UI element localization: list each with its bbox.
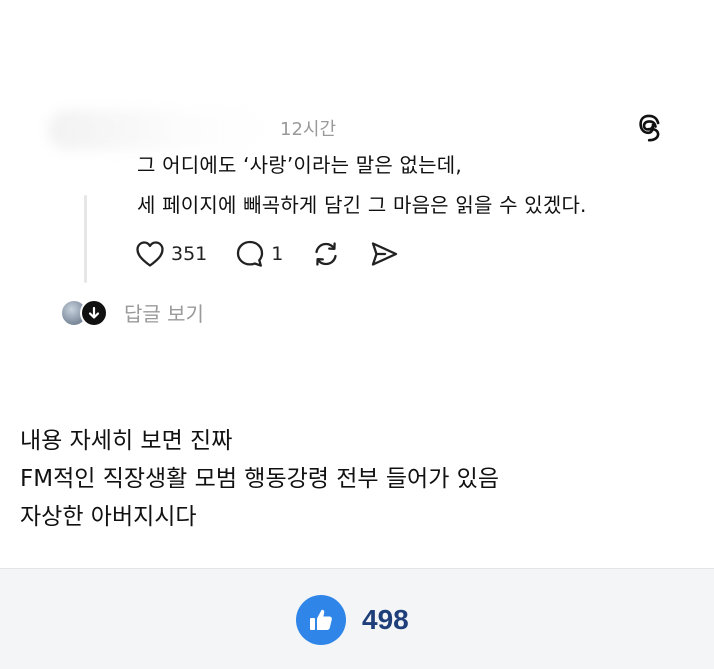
blurred-username [48,110,268,150]
like-count: 351 [171,243,208,265]
post-body-line: 그 어디에도 ‘사랑’이라는 말은 없는데, [137,153,462,177]
share-button[interactable] [369,239,399,269]
post-actions: 351 1 [135,236,427,272]
threads-logo-icon[interactable] [634,113,664,143]
threads-post: 12시간 그 어디에도 ‘사랑’이라는 말은 없는데, 세 페이지에 빼곡하게 … [0,0,714,380]
comment-count: 1 [271,243,284,265]
like-button[interactable]: 351 [135,240,207,268]
comment-bubble-icon [237,240,264,267]
post-body: 그 어디에도 ‘사랑’이라는 말은 없는데, 세 페이지에 빼곡하게 담긴 그 … [137,145,587,225]
post-body-line: 세 페이지에 빼곡하게 담긴 그 마음은 읽을 수 있겠다. [137,193,587,217]
caption-text: 내용 자세히 보면 진짜 FM적인 직장생활 모범 행동강령 전부 들어가 있음… [20,422,499,536]
caption-line: 자상한 아버지시다 [20,504,197,530]
heart-icon [136,241,164,267]
repost-icon [315,242,338,266]
footer-bar: 498 [0,568,714,669]
post-timestamp: 12시간 [280,119,337,140]
thumbs-up-icon [296,595,346,645]
caption-line: FM적인 직장생활 모범 행동강령 전부 들어가 있음 [20,466,499,492]
caption-line: 내용 자세히 보면 진짜 [20,428,233,454]
recommend-count: 498 [362,604,409,635]
replies-row[interactable]: 답글 보기 [60,298,204,327]
send-icon [372,242,398,266]
arrow-down-icon [80,298,108,327]
view-replies-link[interactable]: 답글 보기 [124,298,204,327]
comment-button[interactable]: 1 [235,239,283,269]
thread-connector-line [84,195,87,283]
recommend-button[interactable]: 498 [296,595,409,645]
repost-button[interactable] [311,239,341,269]
